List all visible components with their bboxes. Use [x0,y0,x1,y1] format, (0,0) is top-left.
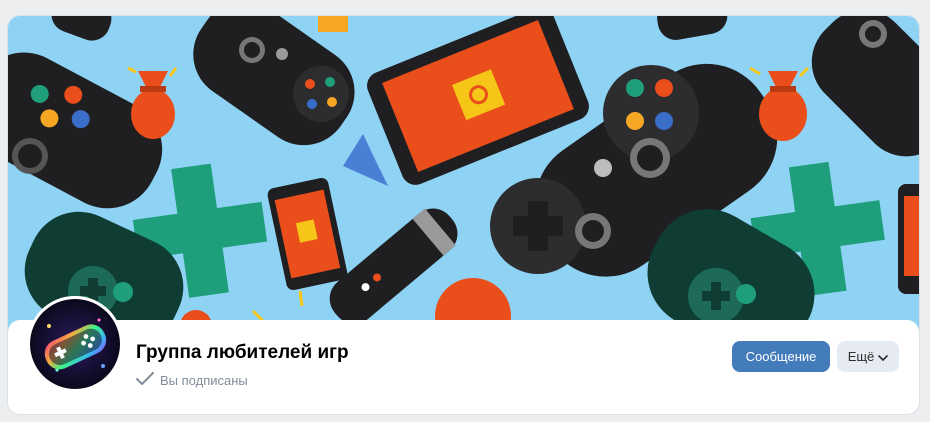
more-button-label: Ещё [847,349,875,364]
cover-image [8,16,919,336]
more-button[interactable]: Ещё [837,341,899,372]
checkmark-icon [136,372,154,389]
chevron-down-icon [878,349,889,364]
subscription-status: Вы подписаны [136,372,248,389]
message-button-label: Сообщение [745,349,817,364]
message-button[interactable]: Сообщение [732,341,830,372]
group-avatar[interactable] [27,296,123,392]
group-title: Группа любителей игр [136,342,349,363]
group-header-card: Группа любителей игр Вы подписаны Сообще… [8,16,919,414]
subscription-status-label: Вы подписаны [160,373,248,388]
